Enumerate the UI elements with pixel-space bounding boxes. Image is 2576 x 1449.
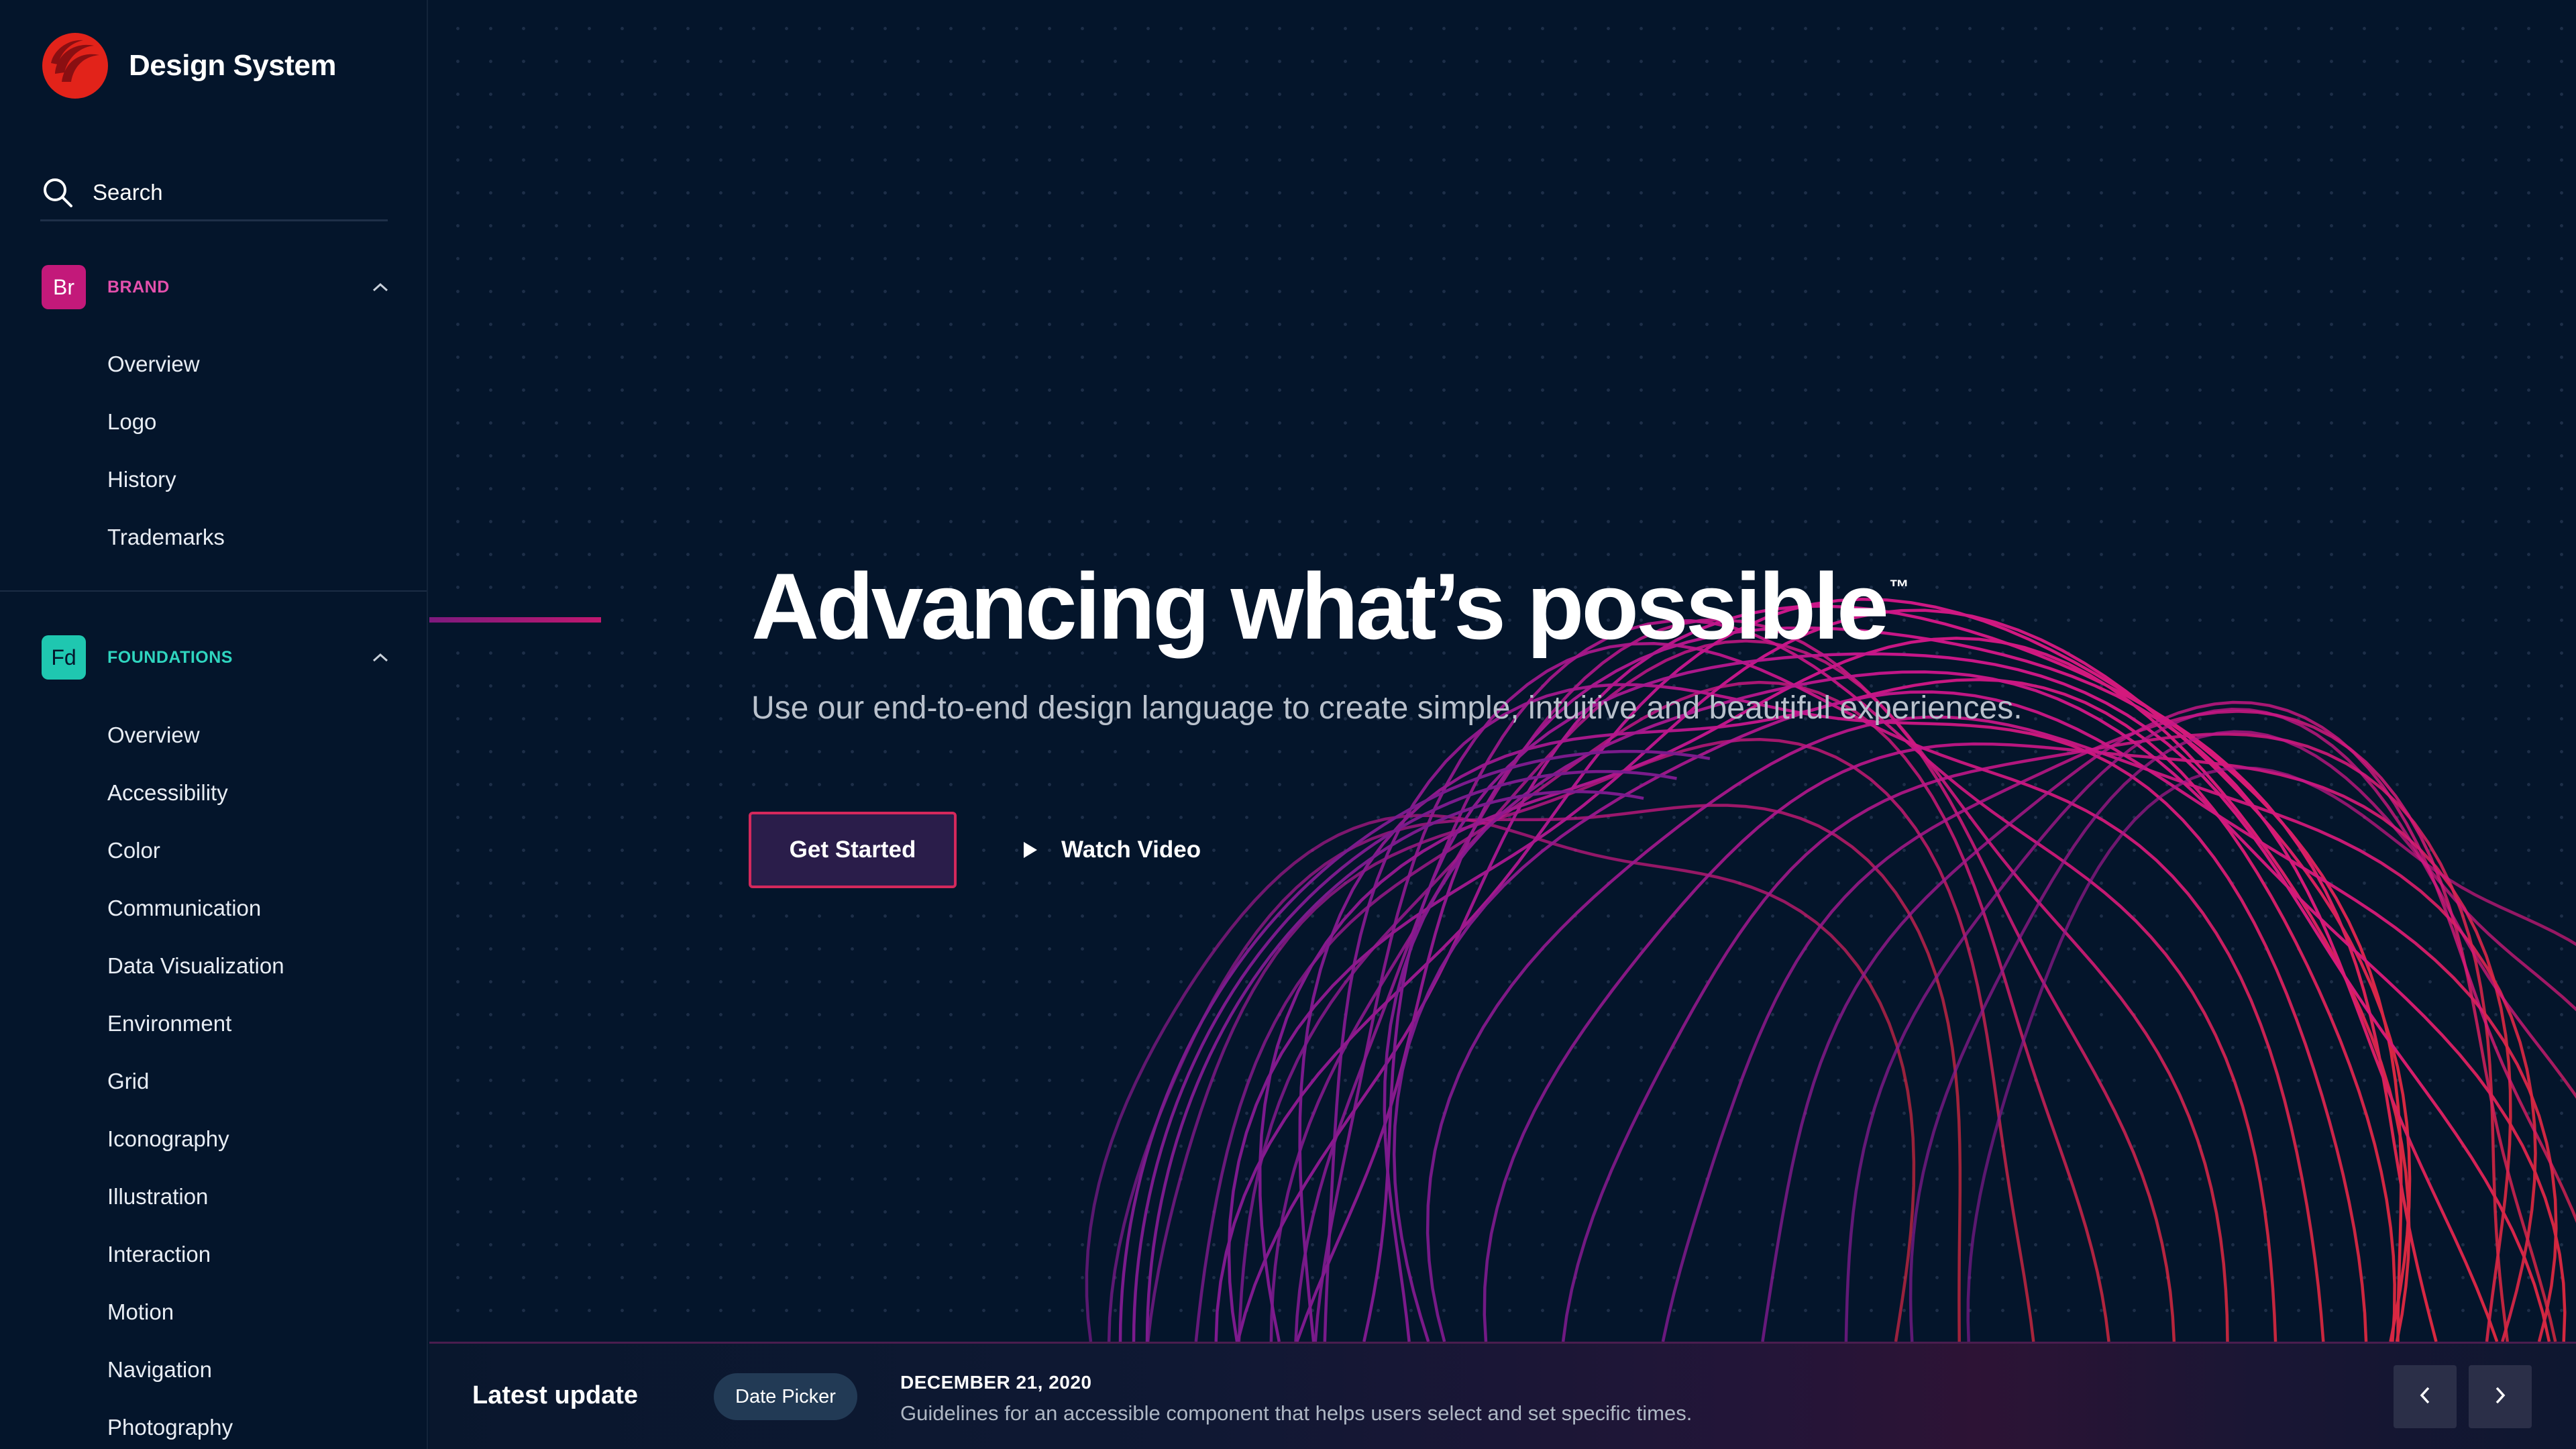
section-label-brand: BRAND <box>107 277 170 297</box>
get-started-button[interactable]: Get Started <box>749 812 957 888</box>
update-chip[interactable]: Date Picker <box>714 1373 857 1420</box>
chevron-up-icon[interactable] <box>370 277 390 297</box>
sidebar-item-color[interactable]: Color <box>107 822 402 879</box>
section-header-brand[interactable]: Br BRAND <box>42 264 390 310</box>
sidebar-item-interaction[interactable]: Interaction <box>107 1226 402 1283</box>
sidebar-item-motion[interactable]: Motion <box>107 1283 402 1341</box>
latest-update-heading: Latest update <box>472 1381 639 1409</box>
sidebar-item-iconography[interactable]: Iconography <box>107 1110 402 1168</box>
sidebar-item-foundations-overview[interactable]: Overview <box>107 706 402 764</box>
watch-video-label: Watch Video <box>1061 837 1201 863</box>
brand-header[interactable]: Design System <box>42 32 336 99</box>
sidebar-item-navigation[interactable]: Navigation <box>107 1341 402 1399</box>
foundations-nav-list: Overview Accessibility Color Communicati… <box>107 706 402 1449</box>
trademark-mark: ™ <box>1888 576 1909 598</box>
search-input[interactable] <box>91 178 360 206</box>
sidebar-item-trademarks[interactable]: Trademarks <box>107 508 402 566</box>
sidebar-item-logo[interactable]: Logo <box>107 393 402 451</box>
sidebar-item-photography[interactable]: Photography <box>107 1399 402 1449</box>
update-date: DECEMBER 21, 2020 <box>900 1372 1092 1393</box>
hero-accent-line <box>429 617 601 623</box>
sidebar-item-grid[interactable]: Grid <box>107 1053 402 1110</box>
chevron-right-icon <box>2494 1386 2506 1408</box>
hero-title: Advancing what’s possible ™ <box>751 557 1909 655</box>
hero-subtitle: Use our end-to-end design language to cr… <box>751 690 2023 726</box>
sidebar-item-illustration[interactable]: Illustration <box>107 1168 402 1226</box>
search-icon <box>40 175 75 210</box>
update-description: Guidelines for an accessible component t… <box>900 1401 1693 1425</box>
section-header-foundations[interactable]: Fd FOUNDATIONS <box>42 635 390 680</box>
sidebar: Design System Br BRAND Overview Logo His… <box>0 0 428 1449</box>
watch-video-button[interactable]: Watch Video <box>1022 822 1201 878</box>
hero-area <box>429 0 2576 1342</box>
sidebar-item-data-visualization[interactable]: Data Visualization <box>107 937 402 995</box>
sidebar-item-history[interactable]: History <box>107 451 402 508</box>
latest-update-bar: Latest update Date Picker DECEMBER 21, 2… <box>429 1342 2576 1449</box>
sidebar-item-environment[interactable]: Environment <box>107 995 402 1053</box>
previous-update-button[interactable] <box>2394 1365 2457 1428</box>
sidebar-divider <box>0 590 427 592</box>
logo-icon <box>42 32 109 99</box>
chevron-left-icon <box>2419 1386 2431 1408</box>
sidebar-item-communication[interactable]: Communication <box>107 879 402 937</box>
brand-badge: Br <box>42 265 86 309</box>
hero-title-text: Advancing what’s possible <box>751 553 1889 659</box>
play-icon <box>1022 841 1041 859</box>
next-update-button[interactable] <box>2469 1365 2532 1428</box>
sidebar-item-accessibility[interactable]: Accessibility <box>107 764 402 822</box>
brand-nav-list: Overview Logo History Trademarks <box>107 335 402 566</box>
section-label-foundations: FOUNDATIONS <box>107 647 233 667</box>
app-title: Design System <box>129 49 336 82</box>
sidebar-item-brand-overview[interactable]: Overview <box>107 335 402 393</box>
search-bar[interactable] <box>40 165 388 221</box>
chevron-up-icon[interactable] <box>370 647 390 667</box>
foundations-badge: Fd <box>42 635 86 680</box>
